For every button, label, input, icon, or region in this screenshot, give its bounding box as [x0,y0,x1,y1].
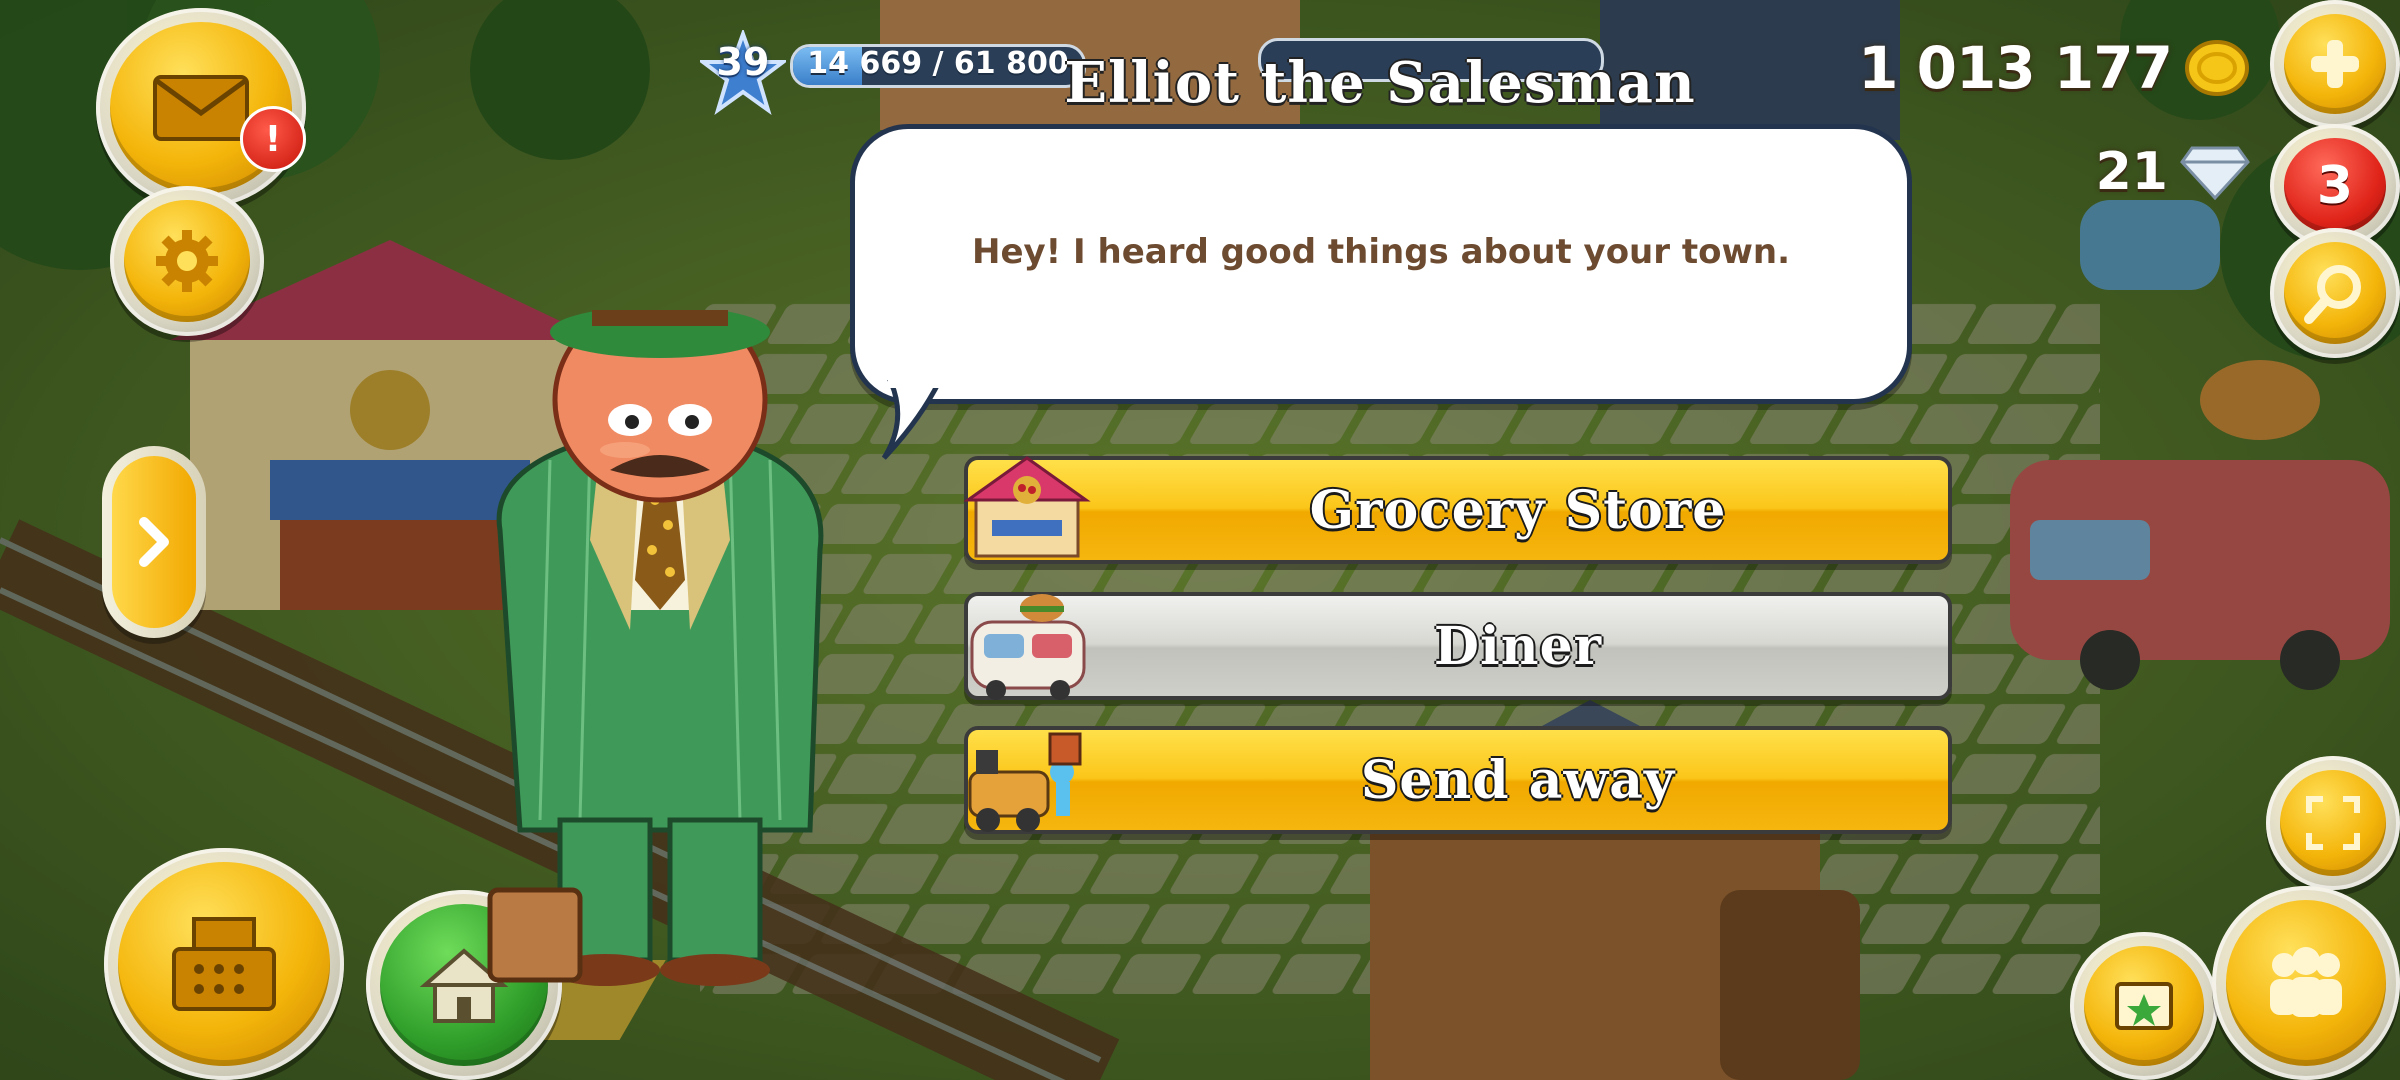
salesman-character [487,310,824,986]
coin-icon [2185,40,2249,96]
friends-icon [2270,947,2342,1017]
option-grocery-store-button[interactable]: Grocery Store [963,456,1952,564]
level-number: 39 [716,40,770,84]
cash-register-icon [172,917,276,1011]
send-away-thumbnail [968,732,1082,832]
plus-icon [2311,40,2359,88]
option-send-away-button[interactable]: Send away [964,726,1952,834]
coin-amount: 1 013 177 [1858,34,2173,102]
photo-album-button[interactable] [2070,932,2218,1080]
friends-button[interactable] [2212,886,2400,1080]
speech-text: Hey! I heard good things about your town… [971,232,1791,272]
diamond-icon [2180,146,2250,200]
diner-thumbnail [970,594,1086,700]
gem-counter[interactable]: 21 [2096,142,2250,202]
coin-counter[interactable]: 1 013 177 [1858,34,2250,102]
side-panel-toggle[interactable] [102,446,206,638]
option-diner-button[interactable]: Diner [964,592,1952,700]
gem-amount: 21 [2095,142,2168,202]
fullscreen-button[interactable] [2266,756,2400,890]
option-label: Send away [1360,749,1676,811]
option-label: Diner [1433,615,1603,677]
magnifier-icon [2304,265,2361,324]
option-label: Grocery Store [1309,479,1727,541]
shop-button[interactable] [104,848,344,1080]
speech-bubble-tail [881,380,948,460]
search-button[interactable] [2270,228,2400,358]
mail-icon [153,75,249,141]
notification-count: 3 [2316,156,2354,216]
mail-alert-badge: ! [240,106,306,172]
settings-button[interactable] [110,186,264,336]
expand-icon [2306,796,2360,850]
dialog-title: Elliot the Salesman [1064,50,1696,116]
buy-coins-button[interactable] [2270,0,2400,128]
gear-icon [156,230,218,292]
grocery-store-thumbnail [963,456,1091,558]
photo-album-icon [2115,982,2173,1030]
chevron-right-icon [139,517,169,567]
